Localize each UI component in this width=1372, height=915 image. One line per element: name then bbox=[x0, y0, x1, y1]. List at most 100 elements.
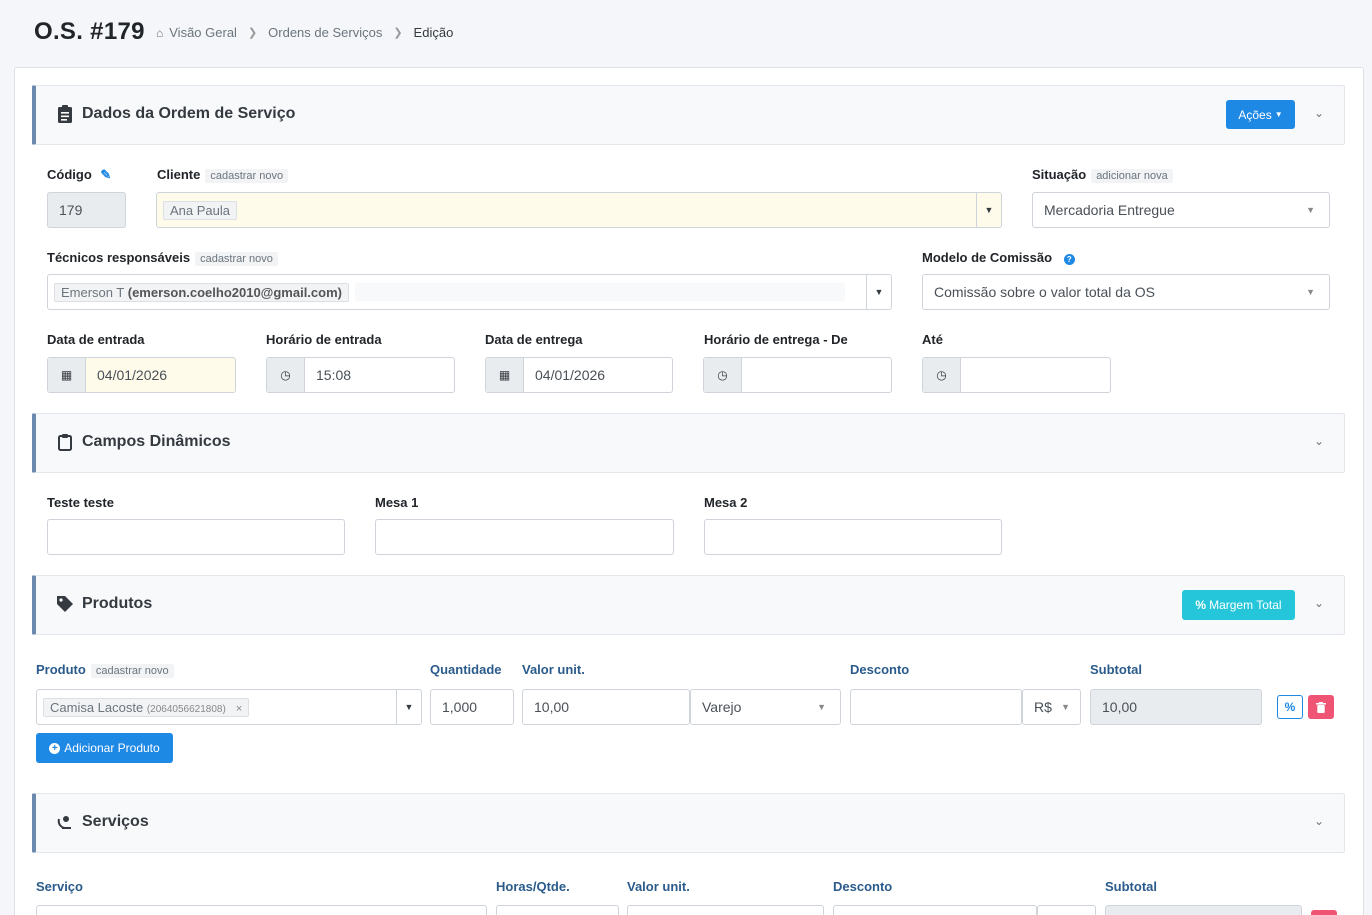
produto-select[interactable]: Camisa Lacoste (2064056621808) × ▼ bbox=[36, 689, 422, 725]
dynamic-field-input[interactable] bbox=[704, 519, 1002, 555]
codigo-field: 179 bbox=[47, 192, 126, 228]
clock-icon: ◷ bbox=[267, 358, 305, 392]
section-servicos-title: Serviços bbox=[82, 813, 149, 830]
horario-entrada-input[interactable]: ◷ 15:08 bbox=[266, 357, 455, 393]
chevron-down-icon[interactable]: ⌄ bbox=[1314, 106, 1324, 120]
tecnicos-select[interactable]: Emerson T (emerson.coelho2010@gmail.com)… bbox=[47, 274, 892, 310]
section-dados-header[interactable]: Dados da Ordem de Serviço ⌄ bbox=[32, 85, 1345, 145]
caret-down-icon: ▼ bbox=[1061, 702, 1070, 712]
adicionar-produto-button[interactable]: + Adicionar Produto bbox=[36, 733, 173, 763]
data-entrada-input[interactable]: ▦ 04/01/2026 bbox=[47, 357, 236, 393]
subtotal-value: 10,00 bbox=[1102, 699, 1138, 715]
tecnicos-search-area[interactable] bbox=[354, 283, 845, 301]
situacao-adicionar-link[interactable]: adicionar nova bbox=[1091, 169, 1173, 183]
horario-entrada-label: Horário de entrada bbox=[266, 332, 382, 347]
servico-subtotal-label: Subtotal bbox=[1105, 879, 1157, 894]
horario-entrega-de-input[interactable]: ◷ bbox=[703, 357, 892, 393]
data-entrega-input[interactable]: ▦ 04/01/2026 bbox=[485, 357, 673, 393]
actions-button-label: Ações bbox=[1238, 107, 1272, 122]
produto-cadastrar-link[interactable]: cadastrar novo bbox=[90, 664, 174, 678]
subtotal-field: 10,00 bbox=[1090, 689, 1262, 725]
situacao-label: Situação adicionar nova bbox=[1032, 167, 1173, 183]
cliente-cadastrar-link[interactable]: cadastrar novo bbox=[205, 169, 289, 183]
section-campos-header[interactable]: Campos Dinâmicos ⌄ bbox=[32, 413, 1345, 473]
comissao-value: Comissão sobre o valor total da OS bbox=[934, 284, 1155, 300]
section-servicos-header[interactable]: Serviços ⌄ bbox=[32, 793, 1345, 853]
clipboard-list-icon bbox=[56, 105, 74, 125]
quantidade-value: 1,000 bbox=[442, 699, 478, 715]
dynamic-field-label: Mesa 1 bbox=[375, 495, 419, 510]
trash-button[interactable] bbox=[1308, 695, 1334, 719]
servico-moeda-select[interactable] bbox=[1037, 905, 1096, 915]
subtotal-label: Subtotal bbox=[1090, 662, 1142, 677]
home-icon: ⌂ bbox=[156, 25, 164, 40]
calendar-icon: ▦ bbox=[486, 358, 524, 392]
caret-down-icon[interactable]: ▼ bbox=[976, 193, 1001, 227]
chevron-down-icon[interactable]: ⌄ bbox=[1314, 814, 1324, 828]
valor-unit-input[interactable]: 10,00 bbox=[522, 689, 690, 725]
servico-valor-unit-input[interactable] bbox=[627, 905, 824, 915]
breadcrumb: ⌂ Visão Geral ❯ Ordens de Serviços ❯ Edi… bbox=[156, 25, 453, 40]
percent-icon: % bbox=[1195, 598, 1207, 612]
servico-trash-button[interactable] bbox=[1311, 910, 1337, 915]
ate-label: Até bbox=[922, 332, 943, 347]
percent-button[interactable]: % bbox=[1277, 695, 1303, 719]
edit-icon[interactable]: ✎ bbox=[100, 167, 111, 182]
chevron-right-icon: ❯ bbox=[393, 27, 403, 39]
cliente-label: Cliente cadastrar novo bbox=[157, 167, 289, 183]
dynamic-field-input[interactable] bbox=[375, 519, 674, 555]
tecnico-chip: Emerson T (emerson.coelho2010@gmail.com) bbox=[54, 282, 349, 302]
section-produtos-title: Produtos bbox=[82, 595, 153, 612]
margem-total-button[interactable]: % Margem Total bbox=[1182, 590, 1295, 620]
trash-icon bbox=[1316, 701, 1326, 713]
servico-select[interactable] bbox=[36, 905, 487, 915]
plus-circle-icon: + bbox=[49, 742, 61, 754]
ate-input[interactable]: ◷ bbox=[922, 357, 1111, 393]
quantidade-input[interactable]: 1,000 bbox=[430, 689, 514, 725]
dynamic-field-input[interactable] bbox=[47, 519, 345, 555]
comissao-select[interactable]: Comissão sobre o valor total da OS ▼ bbox=[922, 274, 1330, 310]
help-icon[interactable]: ? bbox=[1063, 254, 1075, 265]
remove-icon[interactable]: × bbox=[236, 703, 242, 715]
top-bar: O.S. #179 ⌂ Visão Geral ❯ Ordens de Serv… bbox=[0, 0, 1372, 62]
hand-holding-icon bbox=[56, 813, 74, 833]
tecnicos-cadastrar-link[interactable]: cadastrar novo bbox=[195, 252, 278, 266]
section-dados-title: Dados da Ordem de Serviço bbox=[82, 105, 296, 122]
caret-down-icon[interactable]: ▼ bbox=[866, 275, 891, 309]
tabela-preco-value: Varejo bbox=[702, 699, 742, 715]
breadcrumb-visao-geral[interactable]: Visão Geral bbox=[169, 25, 237, 40]
situacao-value: Mercadoria Entregue bbox=[1044, 202, 1175, 218]
codigo-label: Código ✎ bbox=[47, 167, 112, 182]
produto-chip: Camisa Lacoste (2064056621808) × bbox=[43, 697, 250, 717]
horas-input[interactable] bbox=[496, 905, 619, 915]
cliente-select[interactable]: Ana Paula ▼ bbox=[156, 192, 1002, 228]
tabela-preco-select[interactable]: Varejo ▼ bbox=[690, 689, 841, 725]
caret-down-icon[interactable]: ▼ bbox=[396, 690, 421, 724]
produto-label: Produto cadastrar novo bbox=[36, 662, 174, 678]
clock-icon: ◷ bbox=[704, 358, 742, 392]
caret-down-icon: ▼ bbox=[817, 702, 826, 712]
situacao-select[interactable]: Mercadoria Entregue ▼ bbox=[1032, 192, 1330, 228]
chevron-down-icon[interactable]: ⌄ bbox=[1314, 434, 1324, 448]
section-produtos-header[interactable]: Produtos ⌄ bbox=[32, 575, 1345, 635]
dynamic-field-label: Teste teste bbox=[47, 495, 114, 510]
servico-valor-unit-label: Valor unit. bbox=[627, 879, 690, 894]
chevron-right-icon: ❯ bbox=[247, 27, 258, 39]
breadcrumb-edicao: Edição bbox=[413, 25, 454, 40]
moeda-select[interactable]: R$ ▼ bbox=[1022, 689, 1081, 725]
desconto-input[interactable] bbox=[850, 689, 1022, 725]
data-entrada-label: Data de entrada bbox=[47, 332, 145, 347]
margem-total-label: Margem Total bbox=[1209, 598, 1282, 612]
actions-button[interactable]: Ações ▼ bbox=[1226, 100, 1295, 129]
servico-desconto-label: Desconto bbox=[833, 879, 893, 894]
tag-icon bbox=[56, 595, 74, 615]
page-title: O.S. #179 bbox=[34, 18, 145, 45]
chevron-down-icon[interactable]: ⌄ bbox=[1314, 596, 1324, 610]
calendar-icon: ▦ bbox=[48, 358, 86, 392]
codigo-value: 179 bbox=[59, 202, 83, 218]
breadcrumb-ordens[interactable]: Ordens de Serviços bbox=[268, 25, 382, 40]
valor-unit-value: 10,00 bbox=[534, 699, 570, 715]
servico-desconto-input[interactable] bbox=[833, 905, 1037, 915]
valor-unit-label: Valor unit. bbox=[522, 662, 585, 677]
clock-icon: ◷ bbox=[923, 358, 961, 392]
